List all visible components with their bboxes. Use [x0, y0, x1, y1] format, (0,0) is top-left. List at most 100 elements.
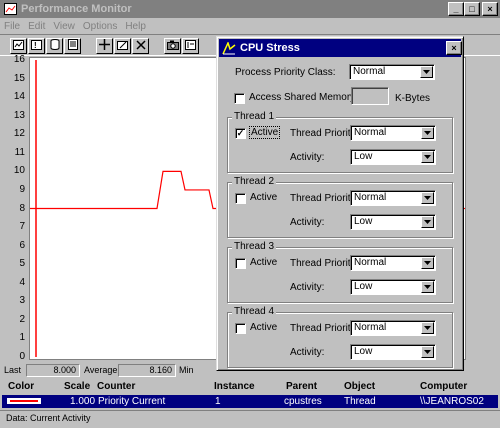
- add-counter-icon: [99, 39, 110, 53]
- chevron-down-icon: [420, 66, 433, 78]
- thread-priority-label: Thread Priority:: [290, 128, 359, 139]
- legend-color-line: [10, 400, 38, 402]
- thread-priority-label: Thread Priority:: [290, 258, 359, 269]
- dialog-title: CPU Stress: [240, 42, 300, 54]
- menu-file[interactable]: File: [4, 21, 20, 32]
- delete-counter-button[interactable]: [132, 38, 149, 54]
- y-tick-label: 15: [13, 72, 25, 84]
- kbytes-label: K-Bytes: [395, 93, 431, 104]
- status-bar: Data: Current Activity: [0, 410, 500, 426]
- thread-active-checkbox[interactable]: [235, 258, 246, 269]
- legend-computer: \\JEANROS02: [420, 396, 484, 407]
- thread-activity-select[interactable]: Low: [350, 149, 436, 165]
- legend-object: Thread: [344, 396, 376, 407]
- chart-view-button[interactable]: [10, 38, 27, 54]
- shared-memory-checkbox[interactable]: [234, 93, 245, 104]
- report-view-icon: [67, 39, 78, 53]
- legend-color-swatch: [7, 398, 41, 404]
- thread-activity-select[interactable]: Low: [350, 214, 436, 230]
- y-tick-label: 7: [19, 221, 25, 233]
- thread-activity-select[interactable]: Low: [350, 279, 436, 295]
- edit-counter-button[interactable]: [114, 38, 131, 54]
- y-tick-label: 1: [19, 332, 25, 344]
- add-counter-button[interactable]: [96, 38, 113, 54]
- process-priority-value: Normal: [353, 66, 386, 77]
- process-priority-select[interactable]: Normal: [349, 64, 435, 80]
- legend-col-parent: Parent: [286, 381, 318, 392]
- thread-activity-value: Low: [354, 151, 373, 162]
- dialog-close-button[interactable]: ×: [446, 41, 462, 55]
- alert-view-button[interactable]: !: [28, 38, 45, 54]
- thread-group-2: Thread 2 Active Thread Priority: Normal Acti…: [227, 176, 453, 238]
- thread-active-checkbox[interactable]: [235, 193, 246, 204]
- status-text: Data: Current Activity: [6, 413, 91, 423]
- bookmark-icon: [185, 39, 196, 53]
- alert-view-icon: !: [31, 39, 42, 53]
- thread-active-label: Active: [250, 192, 278, 203]
- dialog-title-bar[interactable]: CPU Stress: [219, 39, 461, 57]
- y-tick-label: 11: [14, 146, 25, 158]
- thread-priority-select[interactable]: Normal: [350, 190, 436, 206]
- report-view-button[interactable]: [64, 38, 81, 54]
- legend-counter: Priority Current: [98, 396, 166, 407]
- menu-edit[interactable]: Edit: [28, 21, 45, 32]
- thread-priority-select[interactable]: Normal: [350, 320, 436, 336]
- legend-col-counter: Counter: [97, 381, 136, 392]
- thread-priority-select[interactable]: Normal: [350, 255, 436, 271]
- thread-active-checkbox[interactable]: [235, 323, 246, 334]
- y-tick-label: 0: [19, 351, 25, 362]
- legend-header: Color Scale Counter Instance Parent Obje…: [0, 380, 500, 394]
- kbytes-input[interactable]: [351, 87, 389, 105]
- cpu-stress-icon: [222, 41, 236, 55]
- average-label: Average: [84, 365, 118, 375]
- maximize-button[interactable]: □: [464, 2, 480, 16]
- close-button[interactable]: ×: [482, 2, 498, 16]
- menu-bar: File Edit View Options Help: [0, 18, 500, 34]
- thread-priority-select[interactable]: Normal: [350, 125, 436, 141]
- y-tick-label: 14: [13, 91, 25, 103]
- thread-group-label: Thread 4: [232, 306, 277, 317]
- legend-parent: cpustres: [284, 396, 322, 407]
- bookmark-button[interactable]: [182, 38, 199, 54]
- thread-group-3: Thread 3 Active Thread Priority: Normal Acti…: [227, 241, 453, 303]
- menu-help[interactable]: Help: [125, 21, 146, 32]
- legend-col-computer: Computer: [420, 381, 468, 392]
- update-now-button[interactable]: [164, 38, 181, 54]
- thread-activity-select[interactable]: Low: [350, 344, 436, 360]
- legend-col-color: Color: [8, 381, 35, 392]
- delete-counter-icon: [135, 39, 146, 53]
- y-tick-label: 13: [13, 109, 25, 121]
- thread-activity-value: Low: [354, 216, 373, 227]
- thread-activity-value: Low: [354, 346, 373, 357]
- performance-monitor-icon: [3, 2, 17, 16]
- y-tick-label: 16: [13, 54, 25, 65]
- thread-activity-label: Activity:: [290, 152, 325, 163]
- average-value-box: 8.160: [118, 364, 176, 377]
- thread-group-4: Thread 4 Active Thread Priority: Normal Acti…: [227, 306, 453, 368]
- thread-active-checkbox[interactable]: ✓: [235, 128, 246, 139]
- legend-instance: 1: [215, 396, 221, 407]
- minimize-button[interactable]: _: [448, 2, 464, 16]
- thread-group-label: Thread 3: [232, 241, 277, 252]
- svg-text:!: !: [34, 41, 37, 50]
- chevron-down-icon: [421, 151, 434, 163]
- y-axis-labels: 16 15 14 13 12 11 10 9 8 7 6 5 4 3 2 1 0: [0, 54, 27, 362]
- window-title: Performance Monitor: [21, 3, 132, 15]
- thread-activity-label: Activity:: [290, 217, 325, 228]
- legend-col-instance: Instance: [214, 381, 255, 392]
- update-now-icon: [166, 40, 179, 53]
- legend-row[interactable]: 1.000 Priority Current 1 cpustres Thread…: [2, 395, 498, 408]
- last-value-box: 8.000: [26, 364, 80, 377]
- chart-view-icon: [13, 39, 24, 53]
- thread-priority-label: Thread Priority:: [290, 193, 359, 204]
- thread-active-label: Active: [250, 322, 278, 333]
- chevron-down-icon: [421, 346, 434, 358]
- chevron-down-icon: [421, 192, 434, 204]
- menu-options[interactable]: Options: [83, 21, 117, 32]
- thread-priority-label: Thread Priority:: [290, 323, 359, 334]
- chevron-down-icon: [421, 127, 434, 139]
- log-view-button[interactable]: [46, 38, 63, 54]
- menu-view[interactable]: View: [53, 21, 75, 32]
- main-title-bar[interactable]: Performance Monitor: [0, 0, 500, 18]
- edit-counter-icon: [117, 40, 128, 53]
